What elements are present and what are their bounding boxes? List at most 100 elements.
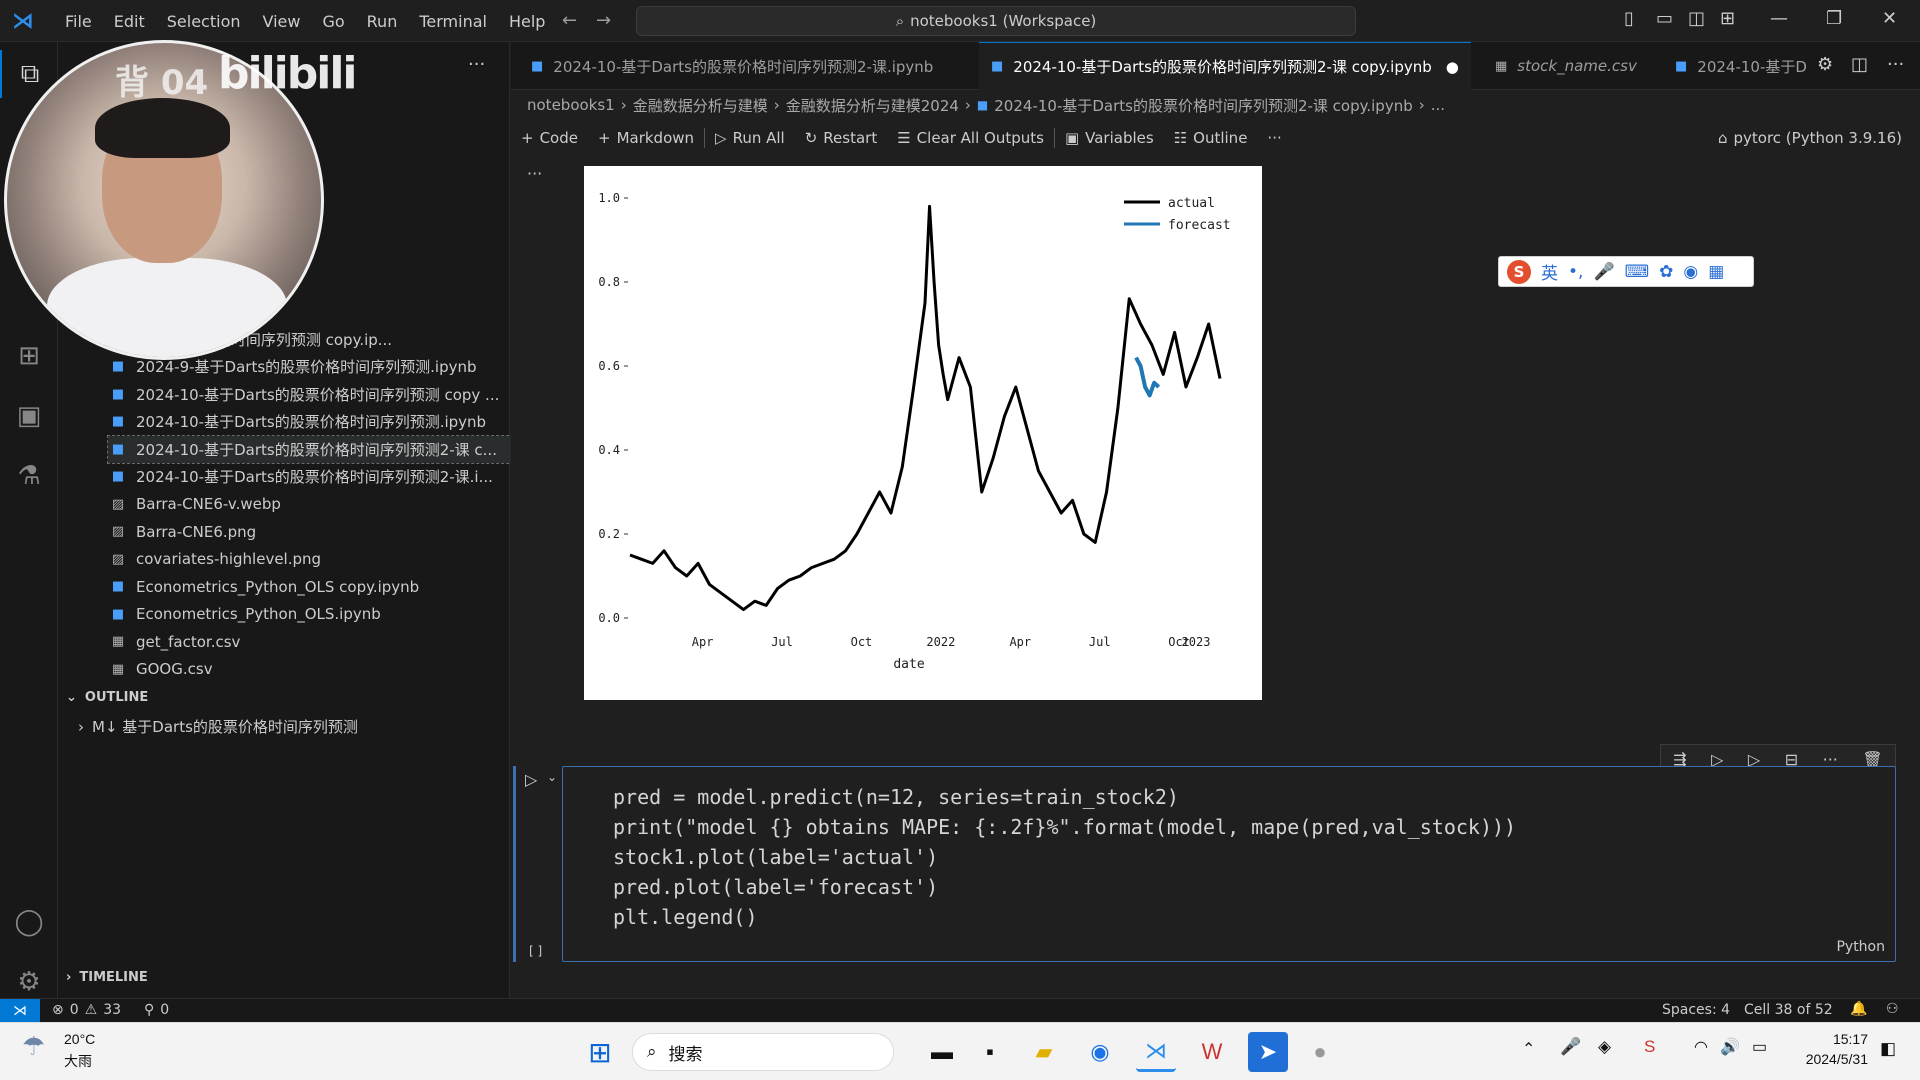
tab-notebook-copy[interactable]: ■ 2024-10-基于Darts的股票价格时间序列预测2-课 copy.ipyn… [979, 42, 1471, 90]
menu-view[interactable]: View [252, 12, 312, 31]
run-cell-icon[interactable]: ▷ [525, 770, 537, 789]
indentation-indicator[interactable]: Spaces: 4 [1662, 1002, 1730, 1018]
toggle-secondary-sidebar-icon[interactable]: ◫ [1688, 8, 1705, 29]
cell-position-indicator[interactable]: Cell 38 of 52 [1744, 1002, 1833, 1018]
copilot-icon[interactable]: ⚇ [1886, 1001, 1899, 1017]
menu-run[interactable]: Run [356, 12, 409, 31]
menu-selection[interactable]: Selection [156, 12, 252, 31]
windows-start-icon[interactable]: ⊞ [580, 1032, 620, 1072]
outline-section-header[interactable]: ⌄ OUTLINE [66, 690, 148, 705]
split-editor-icon[interactable]: ◫ [1851, 54, 1868, 75]
tab-notebook-3[interactable]: ■ 2024-10-基于D [1663, 42, 1819, 90]
notification-icon[interactable]: ◧ [1880, 1039, 1896, 1059]
more-actions-icon[interactable]: ··· [468, 54, 485, 75]
command-center-search[interactable]: ⌕ notebooks1 (Workspace) [636, 6, 1356, 36]
clock-date[interactable]: 2024/5/31 [1784, 1051, 1868, 1067]
weather-temp[interactable]: 20°C [64, 1031, 95, 1047]
breadcrumb-item[interactable]: notebooks1 [527, 96, 615, 114]
outline-item[interactable]: › M↓ 基于Darts的股票价格时间序列预测 [78, 716, 358, 737]
wps-icon[interactable]: W [1192, 1032, 1232, 1072]
weather-desc[interactable]: 大雨 [64, 1051, 92, 1071]
more-actions-icon[interactable]: ··· [1887, 54, 1904, 75]
menu-help[interactable]: Help [498, 12, 556, 31]
restore-icon[interactable]: ❐ [1826, 8, 1842, 29]
code-line-1[interactable]: pred = model.predict(n=12, series=train_… [613, 785, 1179, 809]
file-tree-item[interactable]: ■ 2024-10-基于Darts的股票价格时间序列预测2-课.i... [108, 463, 568, 490]
skin-icon[interactable]: ✿ [1659, 262, 1673, 282]
code-line-2[interactable]: print("model {} obtains MAPE: {:.2f}%".f… [613, 815, 1516, 839]
outline-button[interactable]: ☷ Outline [1174, 129, 1248, 147]
ime-toolbar[interactable]: S 英 •, 🎤 ⌨ ✿ ◉ ▦ [1498, 256, 1754, 287]
weather-rain-icon[interactable]: ☂ [22, 1031, 45, 1062]
tab-notebook-1[interactable]: ■ 2024-10-基于Darts的股票价格时间序列预测2-课.ipynb [519, 42, 945, 90]
tray-sogou-icon[interactable]: S [1644, 1037, 1655, 1057]
toggle-sidebar-icon[interactable]: ▯ [1624, 8, 1634, 29]
file-explorer-icon[interactable]: ▰ [1024, 1032, 1064, 1072]
breadcrumb-item[interactable]: ... [1431, 96, 1445, 114]
vscode-taskbar-icon[interactable]: ⋊ [1136, 1032, 1176, 1072]
file-tree-item[interactable]: ■ Econometrics_Python_OLS copy.ipynb [108, 573, 568, 600]
clock-time[interactable]: 15:17 [1796, 1031, 1868, 1047]
more-actions-icon[interactable]: ··· [1267, 129, 1281, 147]
file-tree-item[interactable]: ■ 2024-10-基于Darts的股票价格时间序列预测 copy ... [108, 381, 568, 408]
minimize-icon[interactable]: — [1770, 8, 1788, 29]
file-tree-item[interactable]: ▨ Barra-CNE6.png [108, 518, 568, 545]
breadcrumb-item[interactable]: 2024-10-基于Darts的股票价格时间序列预测2-课 copy.ipynb [994, 95, 1412, 116]
code-line-5[interactable]: plt.legend() [613, 905, 758, 929]
punctuation-icon[interactable]: •, [1568, 262, 1583, 282]
app-icon[interactable]: ● [1300, 1032, 1340, 1072]
notifications-bell-icon[interactable]: 🔔 [1850, 1001, 1867, 1017]
file-tree-item[interactable]: ■ 2024-10-基于Darts的股票价格时间序列预测.ipynb [108, 408, 568, 435]
menu-edit[interactable]: Edit [103, 12, 156, 31]
remote-indicator-icon[interactable]: ⋊ [0, 999, 40, 1023]
terminal-app-icon[interactable]: ▪ [970, 1032, 1010, 1072]
testing-icon[interactable]: ⚗ [0, 452, 58, 500]
toggle-panel-icon[interactable]: ▭ [1656, 8, 1673, 29]
feishu-icon[interactable]: ➤ [1248, 1032, 1288, 1072]
menu-terminal[interactable]: Terminal [408, 12, 498, 31]
problems-indicator[interactable]: ⊗ 0 ⚠ 33 [52, 1002, 121, 1018]
chevron-down-icon[interactable]: ⌄ [547, 770, 557, 784]
volume-icon[interactable]: 🔊 [1720, 1037, 1740, 1057]
add-markdown-button[interactable]: + Markdown [598, 129, 694, 147]
taskbar-search[interactable]: ⌕ 搜索 [632, 1033, 894, 1071]
run-all-button[interactable]: ▷ Run All [715, 129, 785, 147]
apps-grid-icon[interactable]: ▦ [1708, 262, 1724, 282]
unsaved-dot-icon[interactable]: ● [1446, 58, 1459, 76]
file-tree-item[interactable]: ■ Econometrics_Python_OLS.ipynb [108, 601, 568, 628]
add-code-button[interactable]: + Code [521, 129, 578, 147]
microphone-icon[interactable]: 🎤 [1593, 262, 1614, 282]
timeline-section-header[interactable]: › TIMELINE [66, 970, 148, 985]
file-tree-item[interactable]: ▦ get_factor.csv [108, 628, 568, 655]
game-icon[interactable]: ◉ [1683, 262, 1698, 282]
breadcrumb-item[interactable]: 金融数据分析与建模 [633, 95, 768, 116]
menu-go[interactable]: Go [311, 12, 355, 31]
tray-microphone-icon[interactable]: 🎤 [1560, 1037, 1581, 1057]
clear-outputs-button[interactable]: ☰ Clear All Outputs [897, 129, 1044, 147]
chrome-icon[interactable]: ◉ [1080, 1032, 1120, 1072]
gear-icon[interactable]: ⚙ [1817, 54, 1833, 75]
file-tree-item[interactable]: ▨ Barra-CNE6-v.webp [108, 491, 568, 518]
file-tree-item[interactable]: ▦ GOOG.csv [108, 656, 568, 683]
wifi-icon[interactable]: ◠ [1694, 1037, 1708, 1057]
close-icon[interactable]: ✕ [1882, 8, 1897, 29]
variables-button[interactable]: ▣ Variables [1065, 129, 1154, 147]
ports-indicator[interactable]: ⚲ 0 [144, 1002, 169, 1018]
kernel-picker[interactable]: ⌂ pytorc (Python 3.9.16) [1718, 129, 1902, 147]
restart-button[interactable]: ↻ Restart [805, 129, 878, 147]
menu-file[interactable]: File [54, 12, 103, 31]
code-line-3[interactable]: stock1.plot(label='actual') [613, 845, 938, 869]
customize-layout-icon[interactable]: ⊞ [1720, 8, 1735, 29]
breadcrumb-item[interactable]: 金融数据分析与建模2024 [786, 95, 959, 116]
forward-arrow-icon[interactable]: → [596, 10, 611, 31]
account-icon[interactable]: ◯ [0, 898, 58, 946]
cell-language[interactable]: Python [1836, 939, 1885, 955]
back-arrow-icon[interactable]: ← [562, 10, 577, 31]
keyboard-icon[interactable]: ⌨ [1625, 262, 1650, 282]
task-view-icon[interactable]: ▬ [922, 1032, 962, 1072]
code-line-4[interactable]: pred.plot(label='forecast') [613, 875, 938, 899]
tray-chevron-up-icon[interactable]: ⌃ [1522, 1039, 1535, 1059]
ime-lang-label[interactable]: 英 [1541, 259, 1558, 284]
file-tree-item[interactable]: ■ 2024-10-基于Darts的股票价格时间序列预测2-课 c... [107, 434, 569, 464]
remote-explorer-icon[interactable]: ▣ [0, 392, 58, 440]
